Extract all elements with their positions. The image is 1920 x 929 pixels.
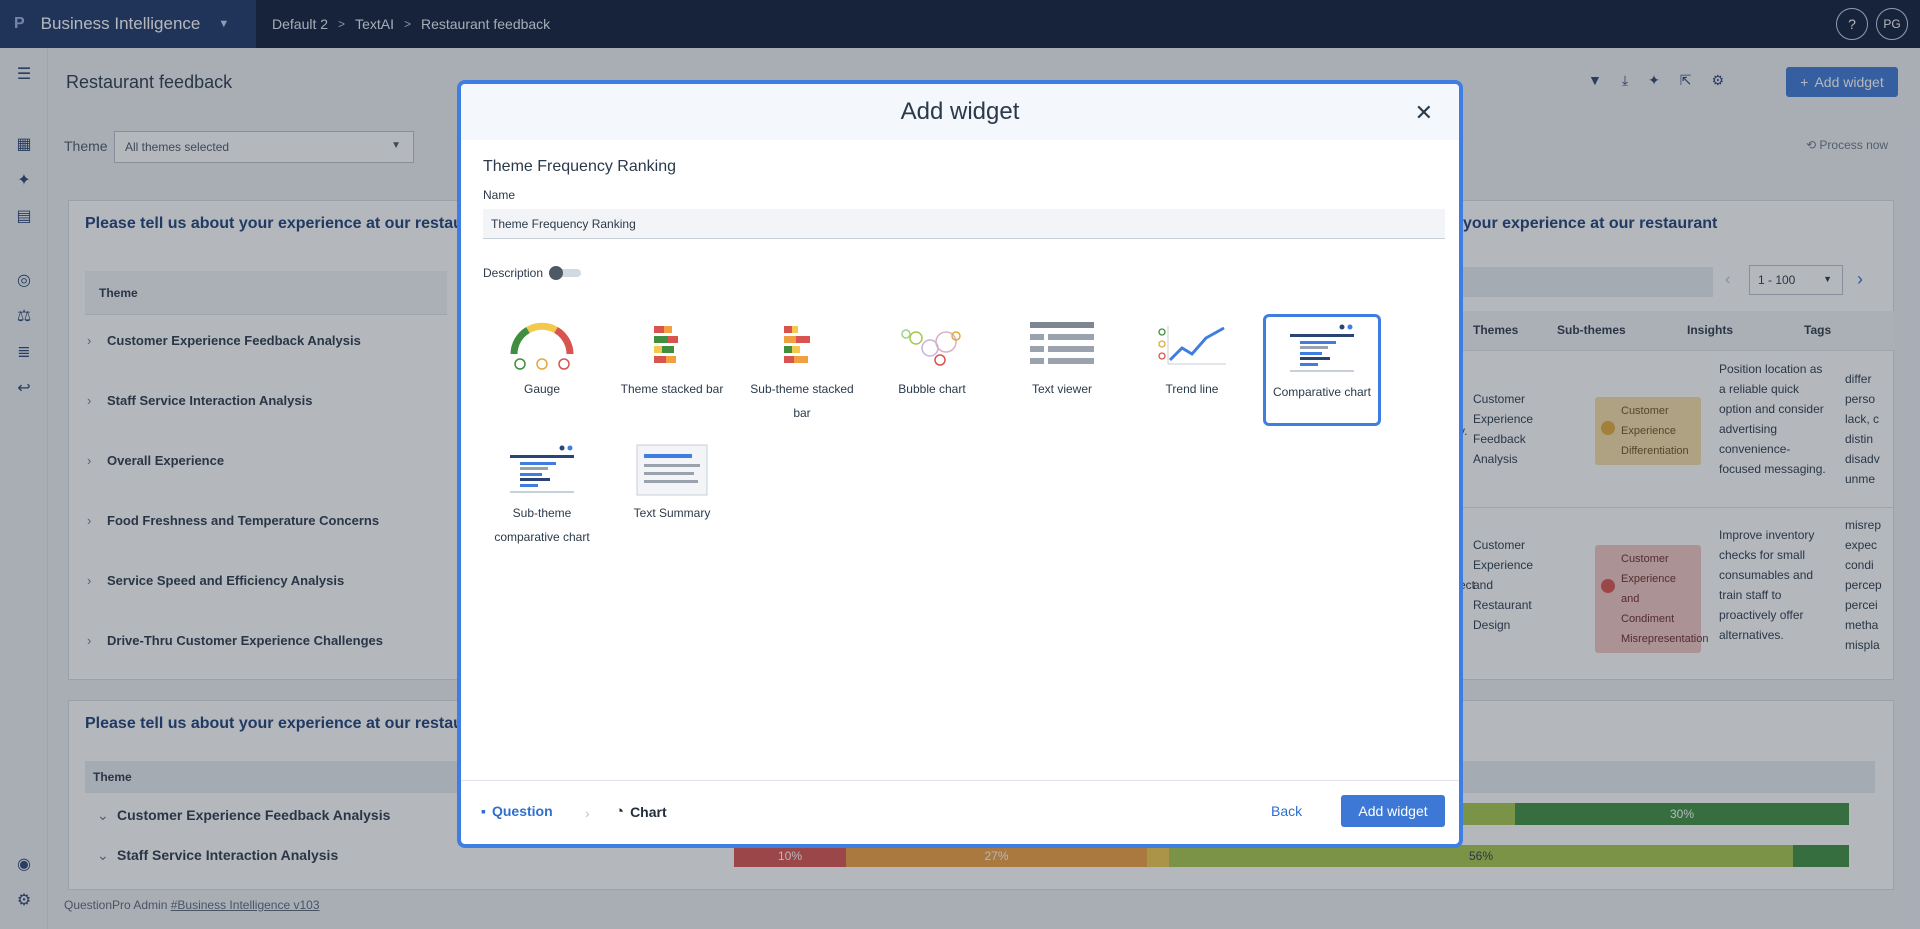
chart-option-label: Trend line <box>1165 382 1219 396</box>
step-label: Chart <box>630 803 667 820</box>
chart-option-label: Comparative chart <box>1272 385 1372 399</box>
question-icon: ▪ <box>481 803 486 819</box>
gauge-icon <box>510 322 574 370</box>
chart-option-gauge[interactable]: Gauge <box>483 314 601 426</box>
toggle-knob <box>549 266 563 280</box>
modal-header: Add widget ✕ <box>461 84 1459 140</box>
step-label: Question <box>491 803 553 819</box>
add-widget-submit-button[interactable]: Add widget <box>1341 795 1445 827</box>
chart-option-label: Text Summary <box>633 506 711 520</box>
modal-footer: ▪ Question › ◔ Chart Back Add widget <box>461 780 1459 844</box>
chart-option-label: Gauge <box>523 382 561 396</box>
chart-option-theme-stacked-bar[interactable]: Theme stacked bar <box>613 314 731 426</box>
comparative-chart-icon <box>1290 324 1354 372</box>
chart-option-trend-line[interactable]: Trend line <box>1133 314 1251 426</box>
chart-option-subtheme-stacked-bar[interactable]: Sub-theme stacked bar <box>743 314 861 426</box>
chart-option-comparative-chart[interactable]: Comparative chart <box>1263 314 1381 426</box>
widget-heading: Theme Frequency Ranking <box>483 158 676 175</box>
name-label: Name <box>483 188 516 202</box>
description-label: Description <box>483 266 544 280</box>
chart-option-text-summary[interactable]: Text Summary <box>613 438 731 550</box>
trend-line-icon <box>1158 326 1226 365</box>
description-toggle[interactable] <box>549 266 583 280</box>
bubble-chart-icon <box>901 329 961 366</box>
back-button[interactable]: Back <box>1271 803 1302 819</box>
text-summary-icon <box>636 444 708 496</box>
subtheme-comparative-chart-icon <box>510 445 574 493</box>
step-chart[interactable]: ◔ Chart <box>615 803 667 820</box>
chart-option-label: Theme stacked bar <box>620 382 724 396</box>
chart-option-label: Sub-theme stacked bar <box>750 382 854 420</box>
chart-option-label: Bubble chart <box>898 382 966 396</box>
chart-icon: ◔ <box>615 803 625 820</box>
chart-option-label: Sub-theme comparative chart <box>494 506 590 544</box>
widget-name-input[interactable] <box>483 209 1445 239</box>
chevron-right-icon: › <box>585 805 590 821</box>
chart-option-bubble-chart[interactable]: Bubble chart <box>873 314 991 426</box>
modal-title: Add widget <box>900 98 1020 125</box>
text-viewer-icon <box>1030 322 1094 364</box>
chart-option-subtheme-comparative-chart[interactable]: Sub-theme comparative chart <box>483 438 601 562</box>
subtheme-stacked-bar-icon <box>784 326 810 363</box>
step-question[interactable]: ▪ Question <box>481 803 553 819</box>
add-widget-modal: Add widget ✕ Theme Frequency Ranking Nam… <box>457 80 1463 848</box>
close-icon[interactable]: ✕ <box>1415 100 1433 126</box>
stacked-bar-icon <box>654 326 678 363</box>
chart-option-text-viewer[interactable]: Text viewer <box>1003 314 1121 426</box>
chart-option-label: Text viewer <box>1031 382 1093 396</box>
